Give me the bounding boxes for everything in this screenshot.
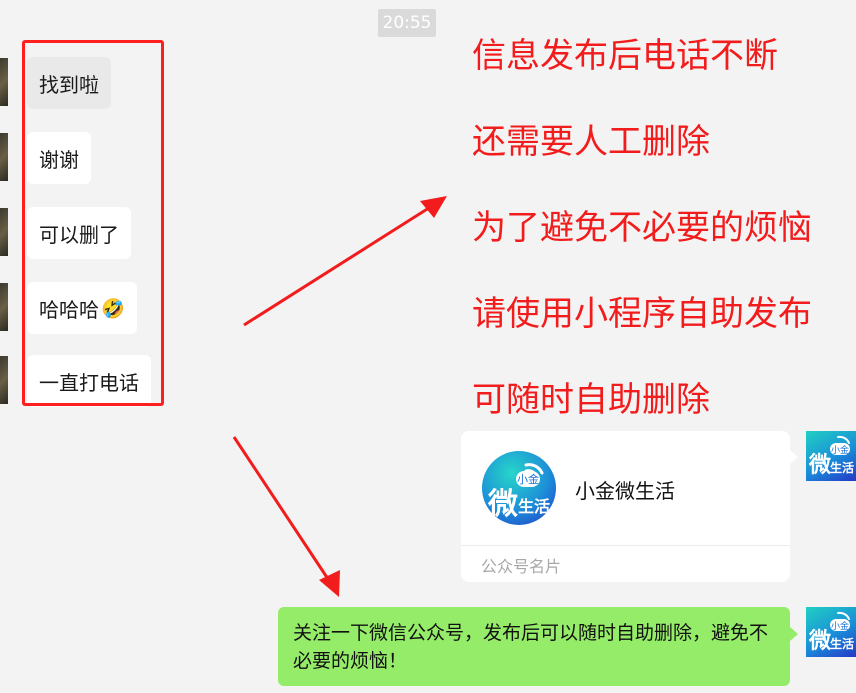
annotation-line: 请使用小程序自助发布 [472, 294, 812, 334]
sender-avatar[interactable] [0, 133, 8, 181]
official-account-card[interactable]: 小金 微 生活 小金微生活 公众号名片 [461, 431, 790, 582]
logo-sub-label: 生活 [830, 461, 855, 475]
account-logo: 小金 微 生活 [482, 451, 556, 525]
self-avatar[interactable]: 小金 微 生活 [806, 607, 856, 657]
logo-main-char: 微 [809, 453, 832, 478]
message-text: 关注一下微信公众号，发布后可以随时自助删除，避免不必要的烦恼！ [293, 622, 769, 672]
logo-top-label: 小金 [516, 471, 540, 487]
annotation-line: 为了避免不必要的烦恼 [472, 208, 812, 248]
arrowhead [420, 196, 447, 218]
sender-avatar[interactable] [0, 208, 8, 256]
bubble-tail [790, 450, 798, 464]
logo-main-char: 微 [488, 487, 518, 522]
annotation-line: 信息发布后电话不断 [472, 36, 778, 76]
arrow-up-right [243, 204, 433, 327]
self-avatar[interactable]: 小金 微 生活 [806, 431, 856, 481]
annotation-line: 可随时自助删除 [472, 380, 710, 420]
card-type-label: 公众号名片 [481, 557, 562, 576]
sender-avatar[interactable] [0, 283, 8, 331]
message-timestamp: 20:55 [378, 9, 436, 37]
sender-avatar[interactable] [0, 58, 8, 106]
annotation-line: 还需要人工删除 [472, 122, 710, 162]
bubble-tail [790, 627, 798, 641]
arrowhead [319, 570, 340, 597]
logo-top-label: 小金 [830, 443, 850, 456]
logo-top-label: 小金 [830, 619, 850, 632]
sender-avatar[interactable] [0, 356, 8, 404]
arrow-down-right [232, 436, 332, 583]
logo-sub-label: 生活 [518, 497, 551, 516]
card-divider [461, 545, 790, 546]
logo-sub-label: 生活 [830, 637, 855, 651]
outgoing-message-bubble[interactable]: 关注一下微信公众号，发布后可以随时自助删除，避免不必要的烦恼！ [278, 607, 790, 686]
highlight-box [22, 40, 164, 406]
logo-main-char: 微 [809, 629, 832, 654]
account-name: 小金微生活 [575, 479, 675, 503]
